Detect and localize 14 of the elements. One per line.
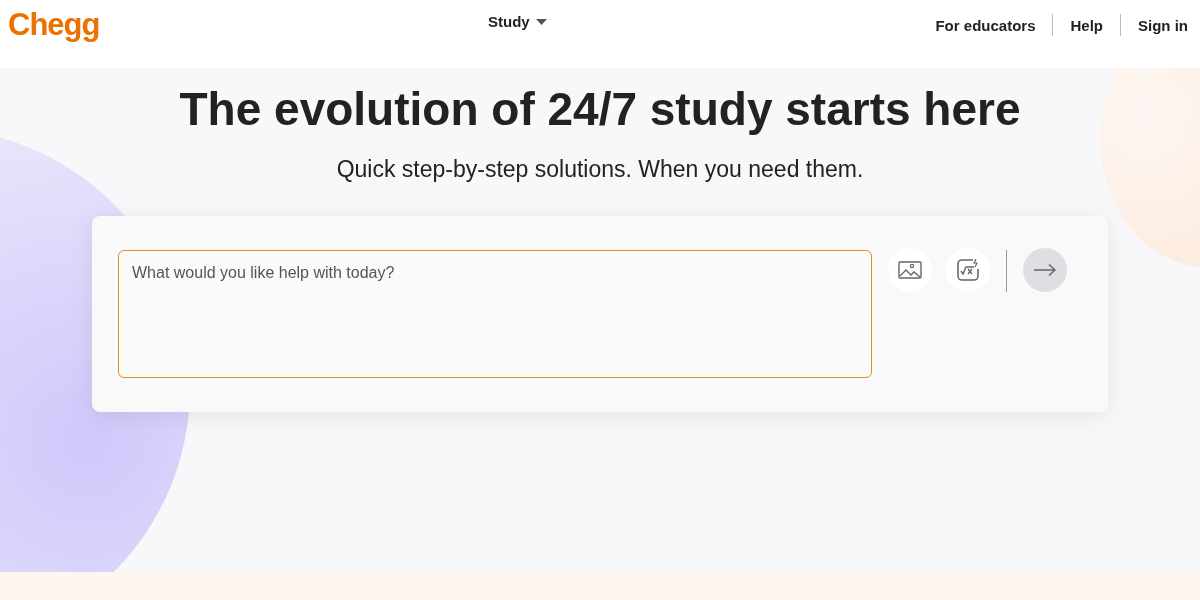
nav-link[interactable]: Help bbox=[1070, 16, 1103, 34]
nav-link[interactable]: Sign in bbox=[1138, 16, 1188, 34]
submit-button[interactable] bbox=[1023, 248, 1067, 292]
math-solver-button[interactable] bbox=[946, 248, 990, 292]
study-menu[interactable]: Study bbox=[488, 13, 547, 30]
image-upload-button[interactable] bbox=[888, 248, 932, 292]
math-icon bbox=[956, 258, 980, 282]
arrow-right-icon bbox=[1034, 264, 1056, 276]
nav-link[interactable]: For educators bbox=[935, 16, 1036, 34]
question-input[interactable]: What would you like help with today? bbox=[118, 250, 872, 378]
image-icon bbox=[898, 261, 922, 279]
hero-title: The evolution of 24/7 study starts here bbox=[179, 82, 1021, 136]
caret-icon bbox=[535, 18, 547, 25]
hero-subtitle: Quick step-by-step solutions. When you need them. bbox=[336, 156, 864, 183]
